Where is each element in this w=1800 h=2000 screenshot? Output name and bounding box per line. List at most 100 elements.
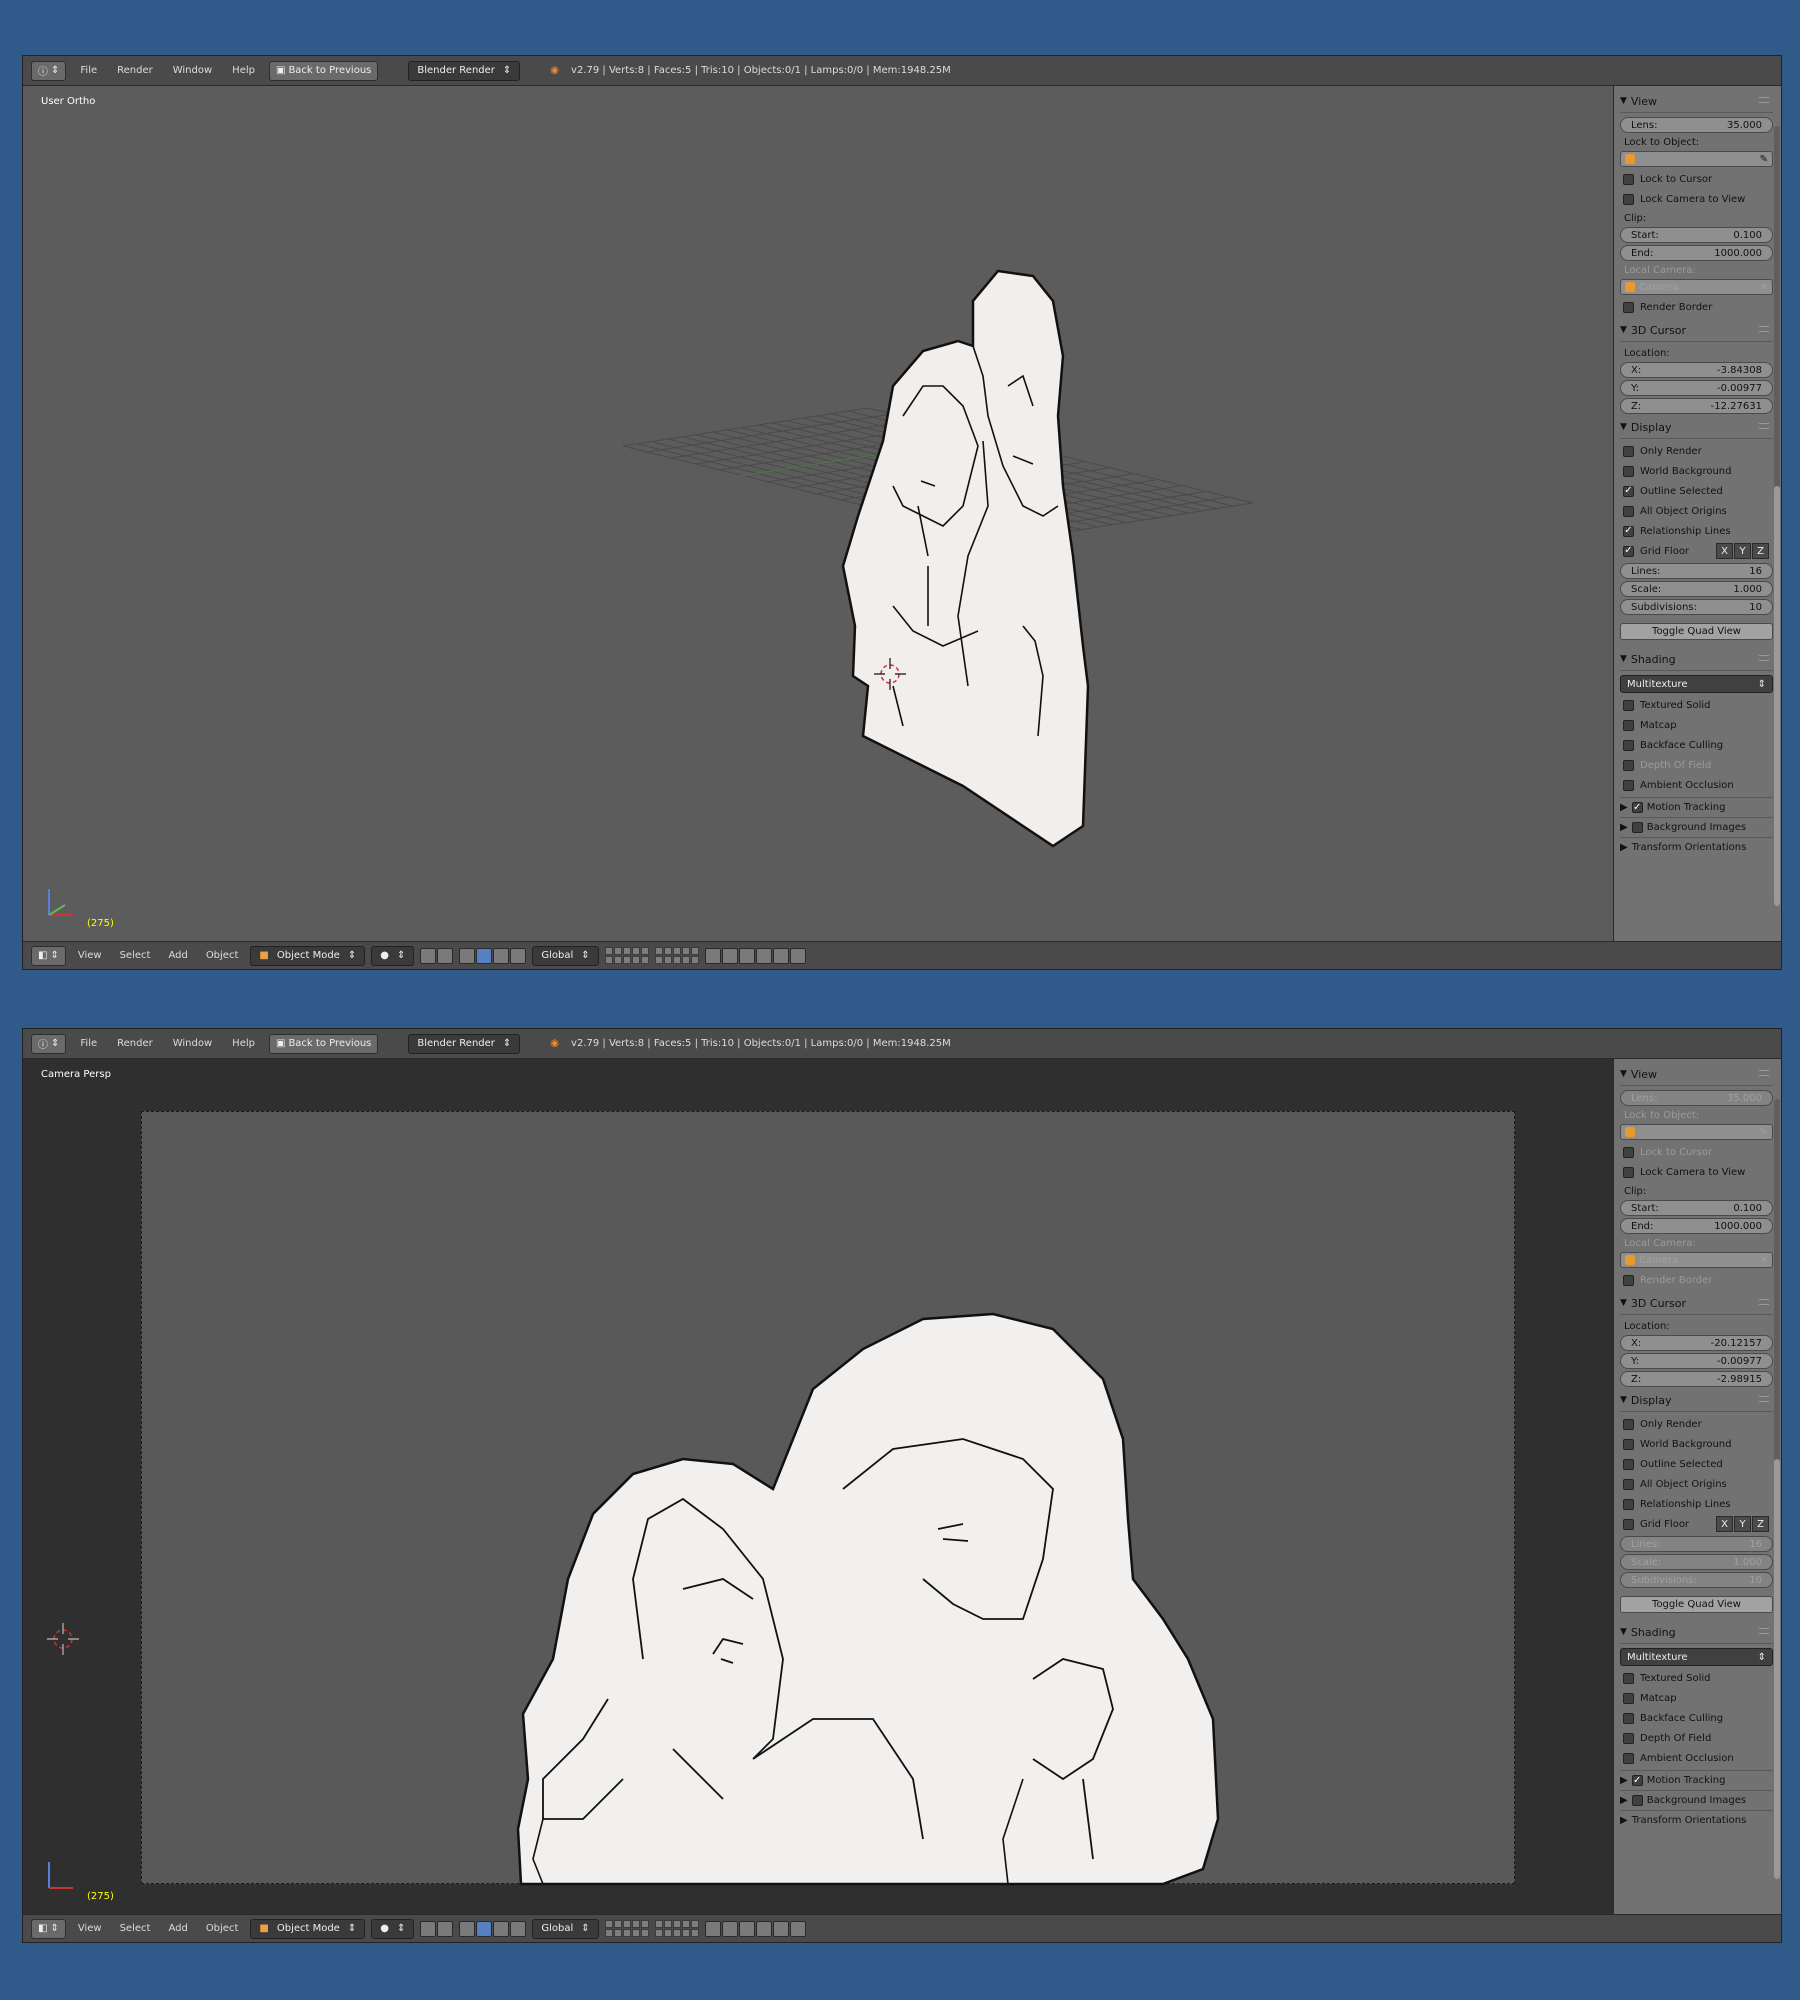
checkbox[interactable] — [1623, 193, 1634, 205]
3d-viewport[interactable]: Camera Persp (275) — [23, 1059, 1613, 1916]
checkbox[interactable] — [1623, 739, 1634, 751]
checkbox[interactable] — [1623, 699, 1634, 711]
editor-type-button[interactable]: ⓘ ⇕ — [31, 1033, 67, 1054]
ambient-occlusion-check[interactable]: Ambient Occlusion — [1620, 1750, 1773, 1766]
lock-camera-check[interactable]: Lock Camera to View — [1620, 1164, 1773, 1180]
relationship-lines-check[interactable]: Relationship Lines — [1620, 523, 1773, 539]
snap-target-icon[interactable] — [755, 1920, 772, 1937]
textured-solid-check[interactable]: Textured Solid — [1620, 1670, 1773, 1686]
eyedropper-icon[interactable]: ✎ — [1760, 154, 1768, 165]
panel-3d-cursor-header[interactable]: ▼ 3D Cursor — [1620, 319, 1773, 342]
scale-icon[interactable] — [510, 947, 527, 964]
panel-view-header[interactable]: ▼ View — [1620, 90, 1773, 113]
checkbox[interactable] — [1623, 1712, 1634, 1724]
checkbox[interactable] — [1623, 485, 1634, 497]
cursor-x-field[interactable]: X: -20.12157 — [1620, 1335, 1773, 1351]
render-icon[interactable] — [772, 1920, 789, 1937]
backface-culling-check[interactable]: Backface Culling — [1620, 1710, 1773, 1726]
outline-selected-check[interactable]: Outline Selected — [1620, 1456, 1773, 1472]
menu-render[interactable]: Render — [111, 65, 159, 76]
axis-z-toggle[interactable]: Z — [1752, 543, 1769, 559]
manipulator-icon[interactable] — [459, 1920, 476, 1937]
cursor-z-field[interactable]: Z: -2.98915 — [1620, 1371, 1773, 1387]
world-background-check[interactable]: World Background — [1620, 463, 1773, 479]
grid-subdivisions-field[interactable]: Subdivisions: 10 — [1620, 599, 1773, 615]
translate-icon[interactable] — [476, 947, 493, 964]
close-icon[interactable]: ✕ — [1760, 282, 1768, 293]
depth-of-field-check[interactable]: Depth Of Field — [1620, 1730, 1773, 1746]
proportional-edit-icon[interactable] — [721, 1920, 738, 1937]
only-render-check[interactable]: Only Render — [1620, 443, 1773, 459]
lens-field[interactable]: Lens: 35.000 — [1620, 117, 1773, 133]
back-to-previous-button[interactable]: ▣ Back to Previous — [268, 60, 379, 81]
checkbox[interactable] — [1631, 802, 1643, 813]
layers-grid-a[interactable] — [604, 947, 649, 964]
drag-handle-icon[interactable] — [1759, 655, 1769, 661]
drag-handle-icon[interactable] — [1759, 326, 1769, 332]
axis-y-toggle[interactable]: Y — [1734, 1516, 1751, 1532]
menu-help[interactable]: Help — [226, 65, 261, 76]
checkbox[interactable] — [1623, 1692, 1634, 1704]
render-border-check[interactable]: Render Border — [1620, 1272, 1773, 1288]
ambient-occlusion-check[interactable]: Ambient Occlusion — [1620, 777, 1773, 793]
checkbox[interactable] — [1623, 465, 1634, 477]
translate-icon[interactable] — [476, 1920, 493, 1937]
clip-end-field[interactable]: End: 1000.000 — [1620, 1218, 1773, 1234]
backface-culling-check[interactable]: Backface Culling — [1620, 737, 1773, 753]
menu-window[interactable]: Window — [167, 1038, 218, 1049]
toggle-quad-view-button[interactable]: Toggle Quad View — [1620, 623, 1773, 640]
panel-shading-header[interactable]: ▼ Shading — [1620, 1621, 1773, 1644]
checkbox[interactable] — [1623, 1518, 1634, 1530]
checkbox[interactable] — [1623, 445, 1634, 457]
shading-mode-select[interactable]: Multitexture ⇕ — [1620, 1648, 1773, 1666]
cursor-y-field[interactable]: Y: -0.00977 — [1620, 1353, 1773, 1369]
drag-handle-icon[interactable] — [1759, 423, 1769, 429]
all-object-origins-check[interactable]: All Object Origins — [1620, 1476, 1773, 1492]
clip-start-field[interactable]: Start: 0.100 — [1620, 227, 1773, 243]
menu-help[interactable]: Help — [226, 1038, 261, 1049]
checkbox[interactable] — [1623, 1732, 1634, 1744]
editor-type-button[interactable]: ◧ ⇕ — [31, 1918, 66, 1939]
panel-3d-cursor-header[interactable]: ▼ 3D Cursor — [1620, 1292, 1773, 1315]
eyedropper-icon[interactable]: ✎ — [1760, 1127, 1768, 1138]
axis-x-toggle[interactable]: X — [1716, 1516, 1733, 1532]
render-anim-icon[interactable] — [789, 947, 806, 964]
grid-lines-field[interactable]: Lines: 16 — [1620, 563, 1773, 579]
checkbox[interactable] — [1623, 505, 1634, 517]
local-camera-field[interactable]: Camera ✕ — [1620, 279, 1773, 295]
menu-window[interactable]: Window — [167, 65, 218, 76]
back-to-previous-button[interactable]: ▣ Back to Previous — [268, 1033, 379, 1054]
lens-field[interactable]: Lens: 35.000 — [1620, 1090, 1773, 1106]
checkbox[interactable] — [1623, 719, 1634, 731]
properties-panel[interactable]: ▼ View Lens: 35.000 Lock to Object: ✎ Lock… — [1613, 86, 1781, 943]
mode-select[interactable]: ■ Object Mode ⇕ — [250, 1918, 366, 1939]
properties-panel[interactable]: ▼ View Lens: 35.000 Lock to Object: ✎ Lock… — [1613, 1059, 1781, 1916]
axis-z-toggle[interactable]: Z — [1752, 1516, 1769, 1532]
pivot-icon[interactable] — [420, 1920, 437, 1937]
checkbox[interactable] — [1623, 301, 1634, 313]
shading-mode-select[interactable]: Multitexture ⇕ — [1620, 675, 1773, 693]
panel-background-images[interactable]: ▶ Background Images — [1620, 1790, 1773, 1810]
menu-file[interactable]: File — [74, 1038, 103, 1049]
local-camera-field[interactable]: Camera ✕ — [1620, 1252, 1773, 1268]
panel-background-images[interactable]: ▶ Background Images — [1620, 817, 1773, 837]
checkbox[interactable] — [1623, 759, 1634, 771]
checkbox[interactable] — [1623, 1274, 1634, 1286]
shading-select[interactable]: ● ⇕ — [371, 945, 415, 966]
proportional-edit-icon[interactable] — [721, 947, 738, 964]
checkbox[interactable] — [1623, 1498, 1634, 1510]
panel-shading-header[interactable]: ▼ Shading — [1620, 648, 1773, 671]
menu-render[interactable]: Render — [111, 1038, 159, 1049]
outline-selected-check[interactable]: Outline Selected — [1620, 483, 1773, 499]
layers-grid-a[interactable] — [604, 1920, 649, 1937]
cursor-z-field[interactable]: Z: -12.27631 — [1620, 398, 1773, 414]
pivot-icon[interactable] — [420, 947, 437, 964]
menu-object[interactable]: Object — [200, 950, 245, 961]
checkbox[interactable] — [1623, 1418, 1634, 1430]
manipulator-icon[interactable] — [459, 947, 476, 964]
orientation-select[interactable]: Global ⇕ — [532, 1918, 599, 1939]
grid-lines-field[interactable]: Lines: 16 — [1620, 1536, 1773, 1552]
checkbox[interactable] — [1623, 1438, 1634, 1450]
lock-object-field[interactable]: ✎ — [1620, 1124, 1773, 1140]
matcap-check[interactable]: Matcap — [1620, 1690, 1773, 1706]
